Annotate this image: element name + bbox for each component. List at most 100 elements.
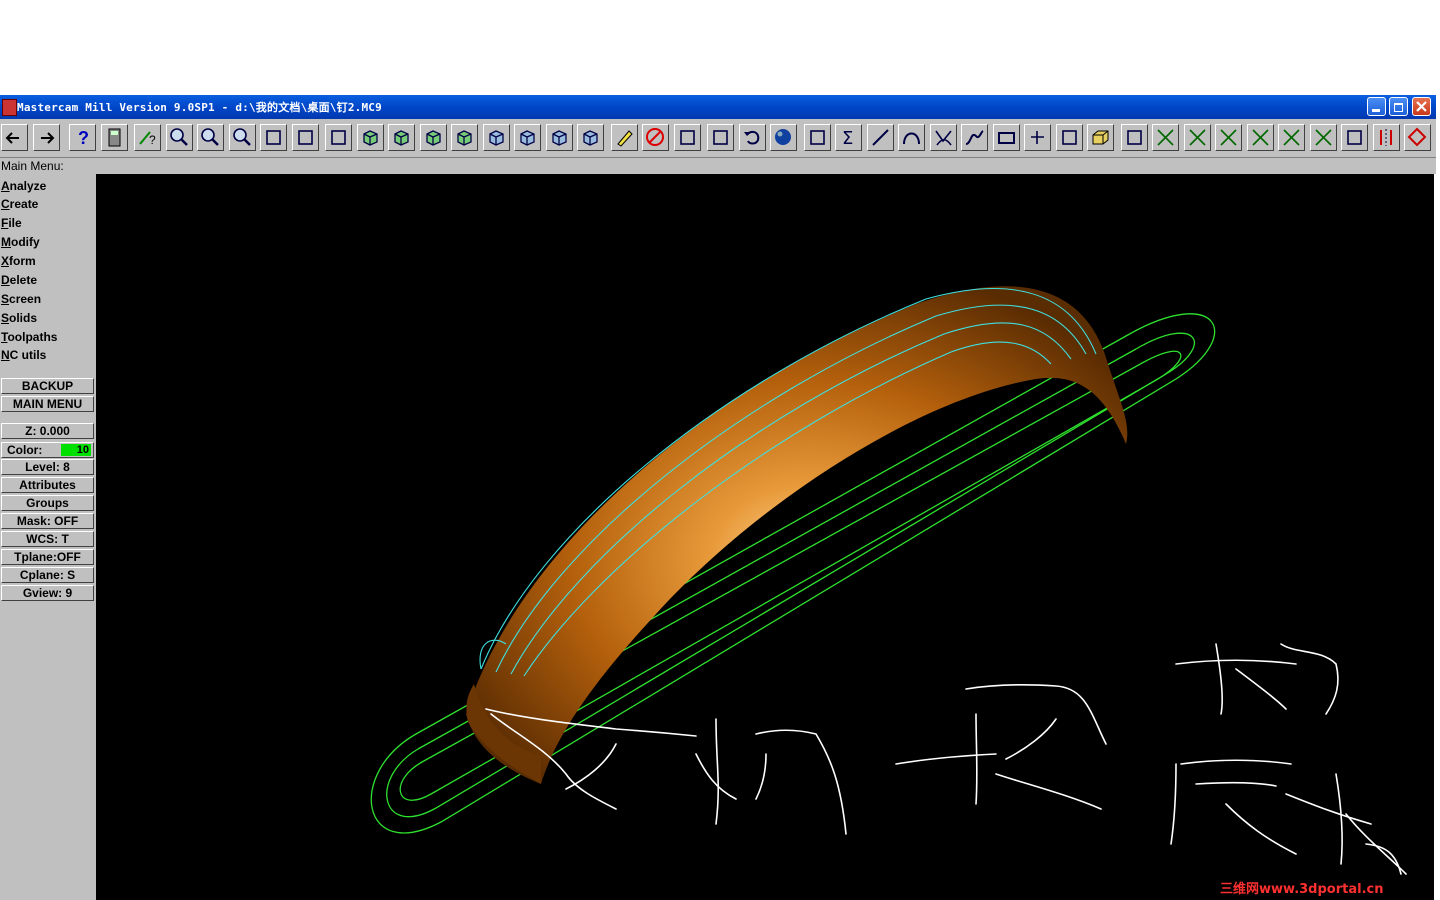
menu-item-modify[interactable]: Modify bbox=[1, 234, 40, 250]
z-depth-button[interactable]: Z: 0.000 bbox=[1, 423, 94, 439]
menu-item-file[interactable]: File bbox=[1, 215, 22, 231]
model-canvas[interactable] bbox=[96, 174, 1434, 900]
drill-icon bbox=[1347, 130, 1362, 145]
rotate-button[interactable] bbox=[325, 124, 352, 151]
line-icon bbox=[871, 129, 889, 146]
box-button[interactable] bbox=[1087, 124, 1114, 151]
solid-button[interactable] bbox=[803, 124, 831, 151]
attributes-button[interactable]: Attributes bbox=[1, 477, 94, 493]
back-arrow-button[interactable] bbox=[1, 124, 28, 151]
watermark-text: 三维网www.3dportal.cn bbox=[1220, 882, 1384, 897]
view-cube-1-icon bbox=[488, 130, 504, 146]
trim-4-icon bbox=[1251, 129, 1269, 146]
groups-button[interactable]: Groups bbox=[1, 495, 94, 511]
calculator-icon bbox=[108, 128, 120, 147]
view-cube-4-button[interactable] bbox=[577, 124, 604, 151]
mirror-button[interactable] bbox=[1372, 124, 1400, 151]
view-front-icon bbox=[394, 130, 409, 146]
zoom-out-button[interactable] bbox=[197, 124, 224, 151]
analyze-button[interactable]: ? bbox=[134, 124, 161, 151]
break-icon bbox=[1314, 129, 1332, 146]
arc-button[interactable] bbox=[898, 124, 925, 151]
mirror-icon bbox=[1379, 129, 1392, 146]
view-cube-3-button[interactable] bbox=[545, 124, 573, 151]
spline-icon bbox=[965, 130, 984, 145]
menu-item-xform[interactable]: Xform bbox=[1, 253, 36, 269]
group-icon bbox=[679, 130, 695, 145]
chain-button[interactable] bbox=[1120, 124, 1148, 151]
menu-item-toolpaths[interactable]: Toolpaths bbox=[1, 329, 57, 345]
sphere-icon bbox=[775, 129, 791, 145]
view-cube-2-button[interactable] bbox=[514, 124, 541, 151]
select-icon bbox=[297, 130, 313, 145]
toolbar: ?? Σ bbox=[0, 119, 1436, 158]
menu-item-create[interactable]: Create bbox=[1, 196, 38, 212]
menu-item-screen[interactable]: Screen bbox=[1, 291, 41, 307]
main-menu-button[interactable]: MAIN MENU bbox=[1, 396, 94, 412]
mask-button[interactable]: Mask: OFF bbox=[1, 513, 94, 529]
menu-item-analyze[interactable]: Analyze bbox=[1, 178, 46, 194]
view-front-button[interactable] bbox=[388, 124, 415, 151]
app-icon[interactable] bbox=[2, 99, 17, 116]
trim-2-icon bbox=[1188, 129, 1206, 146]
shape-button[interactable] bbox=[1404, 124, 1431, 151]
fillet-icon bbox=[934, 130, 952, 146]
arc-icon bbox=[903, 132, 920, 145]
extend-button[interactable] bbox=[1278, 124, 1305, 151]
sphere-button[interactable] bbox=[770, 124, 797, 151]
line-button[interactable] bbox=[866, 124, 894, 151]
surface-button[interactable] bbox=[1055, 124, 1083, 151]
view-iso-button[interactable] bbox=[451, 124, 478, 151]
trim-3-button[interactable] bbox=[1215, 124, 1242, 151]
view-cube-1-button[interactable] bbox=[482, 124, 510, 151]
graphics-viewport[interactable] bbox=[96, 174, 1434, 900]
menu-item-nc-utils[interactable]: NC utils bbox=[1, 347, 46, 363]
backup-button[interactable]: BACKUP bbox=[1, 378, 94, 394]
maximize-button[interactable] bbox=[1389, 97, 1408, 116]
select-button[interactable] bbox=[291, 124, 319, 151]
fillet-button[interactable] bbox=[929, 124, 957, 151]
sidebar: Analyze Create File Modify Xform Delete … bbox=[0, 174, 97, 900]
drill-button[interactable] bbox=[1341, 124, 1368, 151]
forward-arrow-button[interactable] bbox=[32, 124, 60, 151]
zoom-icon bbox=[169, 128, 188, 146]
minimize-button[interactable] bbox=[1367, 97, 1386, 116]
menu-item-delete[interactable]: Delete bbox=[1, 272, 37, 288]
view-top-icon bbox=[362, 130, 378, 146]
wcs-button[interactable]: WCS: T bbox=[1, 531, 94, 547]
minimize-icon bbox=[1372, 109, 1380, 112]
result-icon bbox=[713, 130, 728, 145]
tplane-button[interactable]: Tplane:OFF bbox=[1, 549, 94, 565]
trim-2-button[interactable] bbox=[1183, 124, 1211, 151]
rectangle-button[interactable] bbox=[992, 124, 1020, 151]
extend-icon bbox=[1283, 129, 1300, 146]
rotate-icon bbox=[331, 130, 346, 145]
trim-4-button[interactable] bbox=[1246, 124, 1274, 151]
close-button[interactable] bbox=[1412, 97, 1431, 116]
cplane-button[interactable]: Cplane: S bbox=[1, 567, 94, 583]
gview-button[interactable]: Gview: 9 bbox=[1, 585, 94, 601]
point-button[interactable] bbox=[1024, 124, 1051, 151]
zoom-button[interactable] bbox=[165, 124, 193, 151]
trim-1-button[interactable] bbox=[1152, 124, 1179, 151]
delete-button[interactable] bbox=[642, 124, 669, 151]
erase-button[interactable] bbox=[610, 124, 638, 151]
erase-icon bbox=[616, 130, 633, 147]
box-icon bbox=[1092, 130, 1109, 145]
view-top-button[interactable] bbox=[356, 124, 384, 151]
group-button[interactable] bbox=[673, 124, 701, 151]
menu-item-solids[interactable]: Solids bbox=[1, 310, 37, 326]
result-button[interactable] bbox=[707, 124, 734, 151]
calculator-button[interactable] bbox=[100, 124, 128, 151]
help-button[interactable]: ? bbox=[69, 124, 96, 151]
break-button[interactable] bbox=[1309, 124, 1337, 151]
zoom-window-button[interactable] bbox=[228, 124, 256, 151]
point-icon bbox=[1031, 131, 1044, 144]
sum-button[interactable]: Σ bbox=[835, 124, 862, 151]
spline-button[interactable] bbox=[961, 124, 988, 151]
view-side-button[interactable] bbox=[419, 124, 447, 151]
level-button[interactable]: Level: 8 bbox=[1, 459, 94, 475]
pan-button[interactable] bbox=[260, 124, 287, 151]
color-button[interactable]: Color: 10 bbox=[1, 442, 94, 458]
undo-button[interactable] bbox=[738, 124, 766, 151]
